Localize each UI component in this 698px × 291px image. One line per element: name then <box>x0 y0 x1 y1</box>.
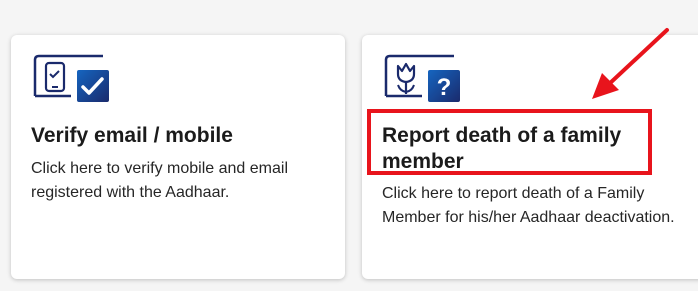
card-description: Click here to verify mobile and email re… <box>31 160 288 201</box>
card-description: Click here to report death of a Family M… <box>382 185 675 226</box>
verify-email-mobile-card[interactable]: Verify email / mobile Click here to veri… <box>11 35 345 279</box>
flower-question-icon: ? <box>382 54 462 106</box>
card-title: Verify email / mobile <box>31 124 233 147</box>
phone-check-icon <box>31 54 111 106</box>
card-title: Report death of a family member <box>382 124 622 173</box>
report-death-card[interactable]: ? Report death of a family member Click … <box>362 35 698 279</box>
svg-text:?: ? <box>437 74 452 101</box>
